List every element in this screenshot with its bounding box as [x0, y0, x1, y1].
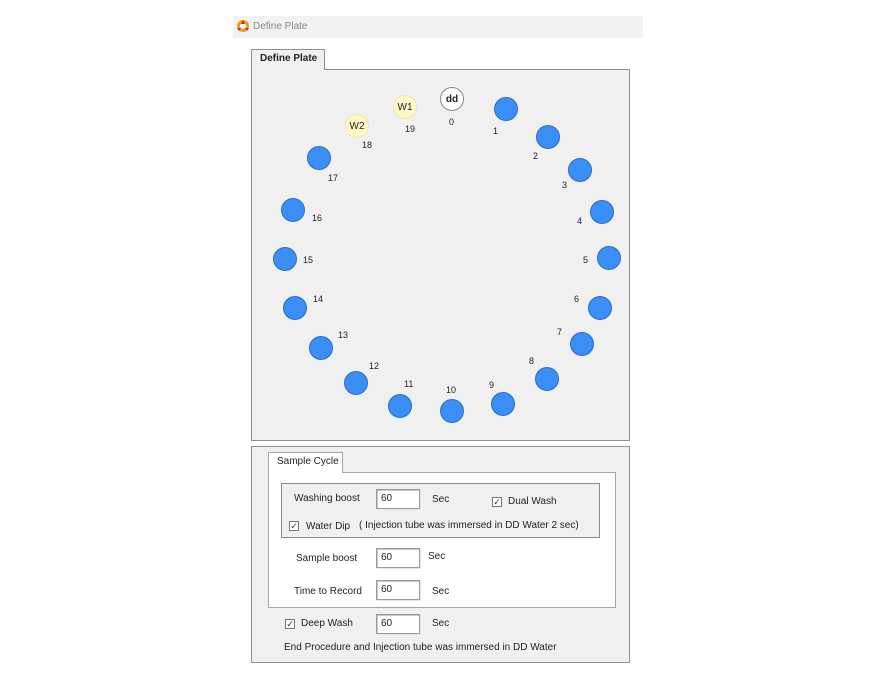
time-to-record-input[interactable]: 60	[376, 580, 420, 600]
well-dd[interactable]: dd	[440, 87, 464, 111]
well-label-11: 11	[404, 379, 414, 389]
well-15[interactable]	[273, 247, 297, 271]
well-7[interactable]	[570, 332, 594, 356]
sample-boost-unit: Sec	[428, 551, 446, 562]
well-17[interactable]	[307, 146, 331, 170]
well-13[interactable]	[309, 336, 333, 360]
well-label-14: 14	[313, 294, 324, 304]
well-label-10: 10	[446, 385, 457, 395]
sample-boost-label: Sample boost	[296, 553, 358, 564]
well-12[interactable]	[344, 371, 368, 395]
time-to-record-label: Time to Record	[294, 586, 362, 597]
well-6[interactable]	[588, 296, 612, 320]
well-11[interactable]	[388, 394, 412, 418]
time-to-record-unit: Sec	[432, 586, 450, 597]
well-label-5: 5	[583, 255, 589, 265]
well-label-8: 8	[529, 356, 535, 366]
well-label-18: 18	[362, 140, 373, 150]
dual-wash-label: Dual Wash	[508, 496, 557, 507]
well-3[interactable]	[568, 158, 592, 182]
washing-boost-input[interactable]: 60	[376, 489, 420, 509]
well-label-9: 9	[489, 380, 495, 390]
well-label-6: 6	[574, 294, 580, 304]
well-label-4: 4	[577, 216, 583, 226]
washing-boost-unit: Sec	[432, 494, 450, 505]
well-14[interactable]	[283, 296, 307, 320]
well-w2[interactable]: W2	[345, 114, 369, 138]
well-9[interactable]	[491, 392, 515, 416]
well-label-15: 15	[303, 255, 314, 265]
well-label-19: 19	[405, 124, 416, 134]
well-label-12: 12	[369, 361, 380, 371]
tab-sample-cycle[interactable]: Sample Cycle	[268, 452, 343, 473]
well-label-2: 2	[533, 151, 539, 161]
sample-boost-input[interactable]: 60	[376, 548, 420, 568]
well-w1[interactable]: W1	[393, 95, 417, 119]
deep-wash-label: Deep Wash	[301, 618, 353, 629]
water-dip-label: Water Dip	[306, 521, 351, 532]
well-label-13: 13	[338, 330, 349, 340]
well-2[interactable]	[536, 125, 560, 149]
well-label-1: 1	[493, 126, 499, 136]
well-4[interactable]	[590, 200, 614, 224]
washing-boost-label: Washing boost	[294, 493, 360, 504]
end-procedure-text: End Procedure and Injection tube was imm…	[284, 642, 557, 653]
well-16[interactable]	[281, 198, 305, 222]
well-1[interactable]	[494, 97, 518, 121]
well-label-7: 7	[557, 327, 563, 337]
water-dip-note: ( Injection tube was immersed in DD Wate…	[359, 520, 579, 531]
water-dip-checkbox[interactable]: ✓	[289, 521, 299, 531]
deep-wash-checkbox[interactable]: ✓	[285, 619, 295, 629]
dual-wash-checkbox[interactable]: ✓	[492, 497, 502, 507]
deep-wash-input[interactable]: 60	[376, 614, 420, 634]
well-5[interactable]	[597, 246, 621, 270]
well-8[interactable]	[535, 367, 559, 391]
well-label-0: 0	[449, 117, 455, 127]
app-logo-icon	[237, 20, 249, 32]
tab-define-plate[interactable]: Define Plate	[251, 49, 325, 70]
well-label-16: 16	[312, 213, 323, 223]
window-title: Define Plate	[253, 21, 308, 32]
well-label-17: 17	[328, 173, 339, 183]
deep-wash-unit: Sec	[432, 618, 450, 629]
well-10[interactable]	[440, 399, 464, 423]
well-label-3: 3	[562, 180, 568, 190]
